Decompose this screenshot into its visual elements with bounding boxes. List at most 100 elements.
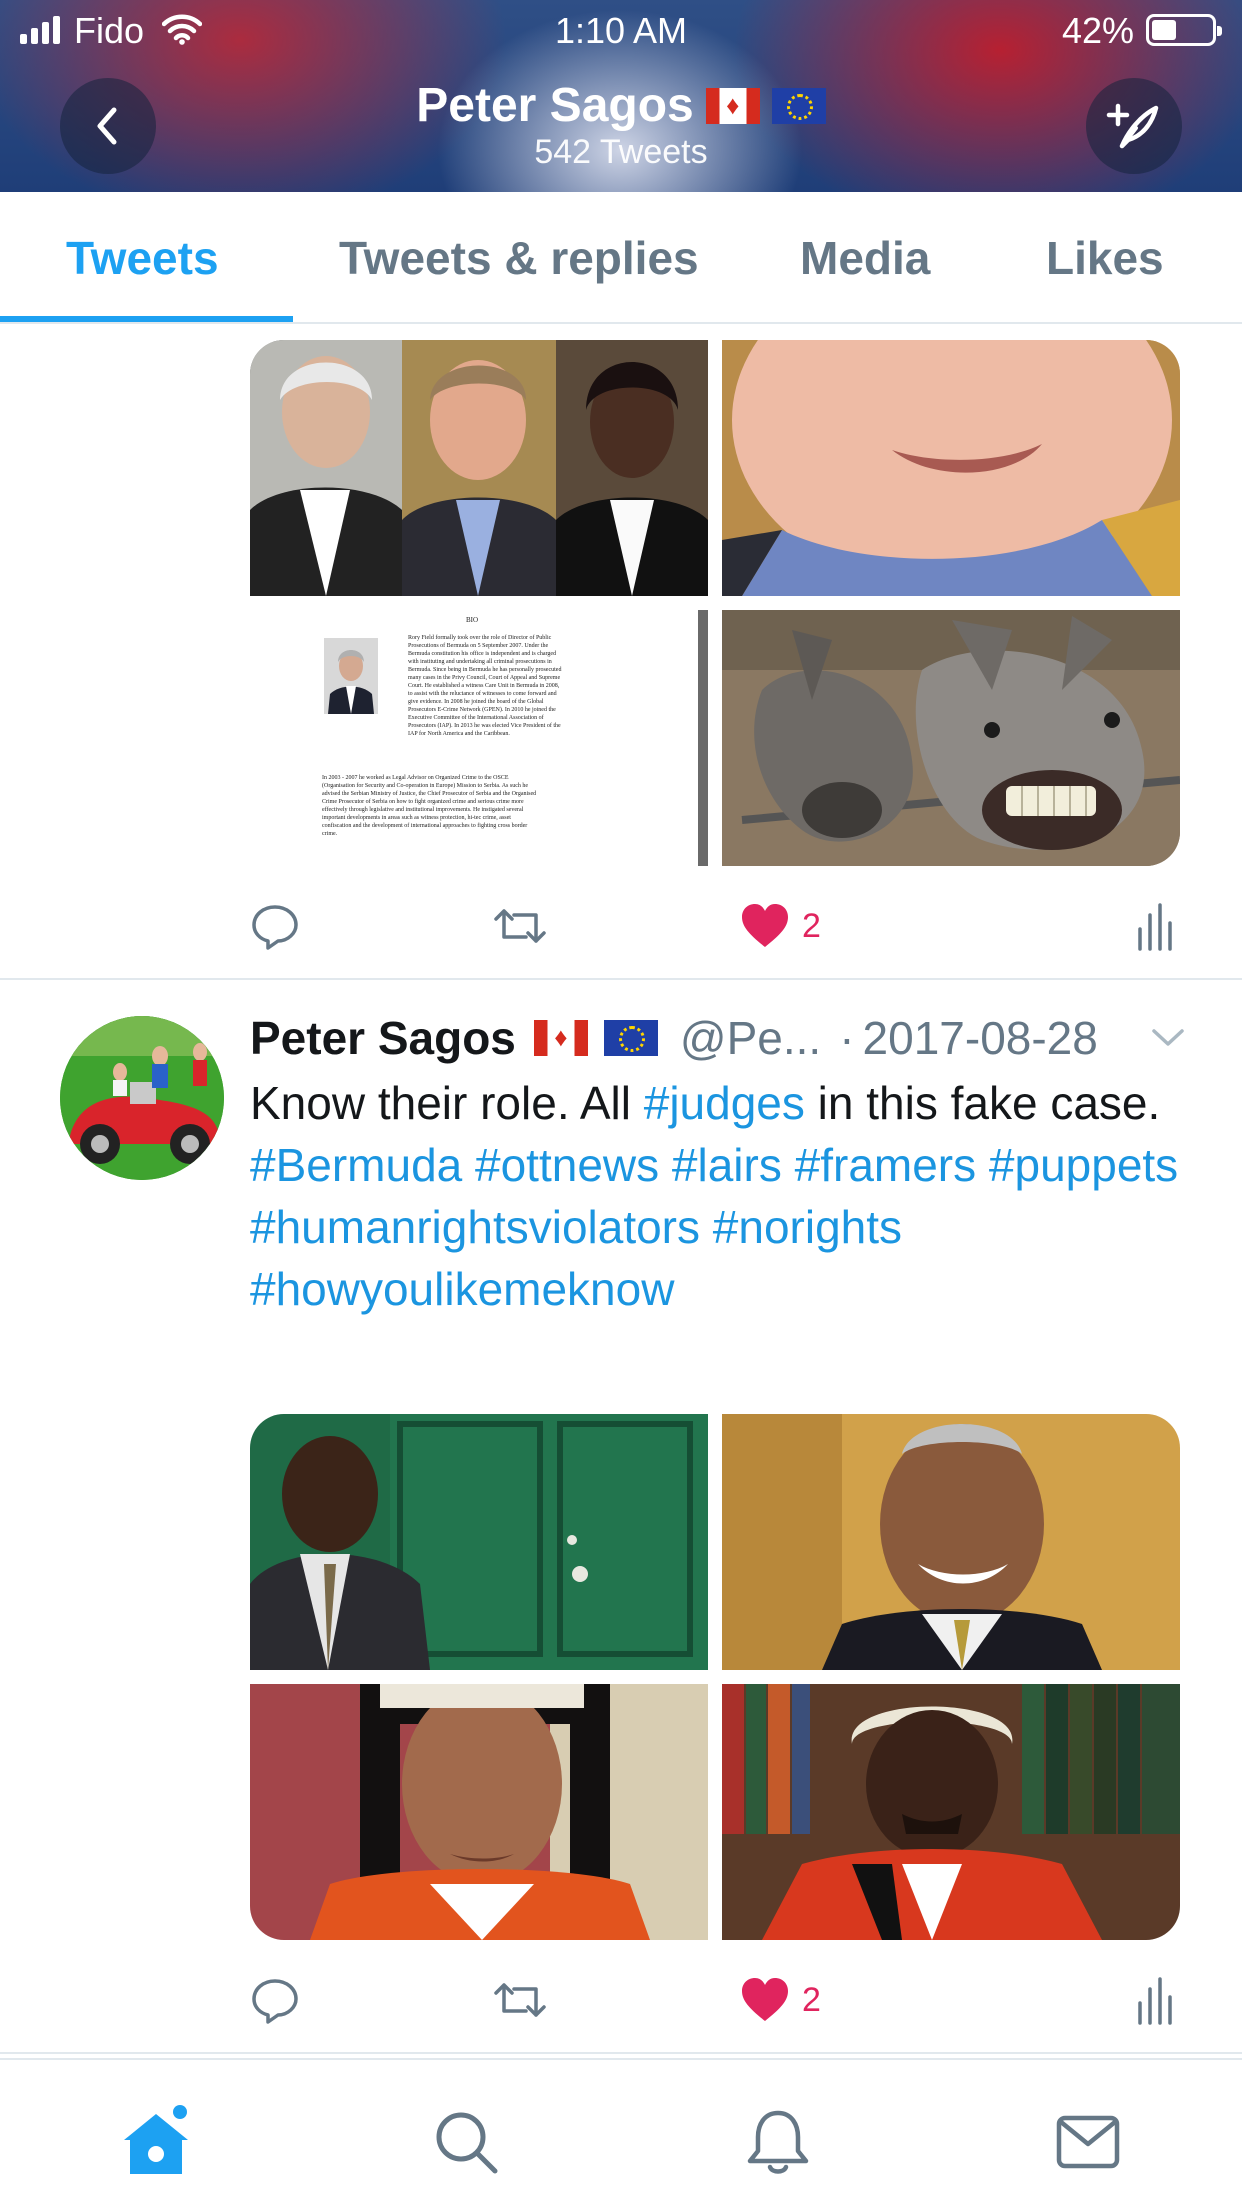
tab-tweets-and-replies[interactable]: Tweets & replies xyxy=(339,192,699,324)
tweet-divider xyxy=(0,2052,1242,2054)
bio-text-line: crime. xyxy=(322,831,338,837)
media-photo-face-closeup[interactable] xyxy=(722,340,1180,596)
face-closeup-photo xyxy=(722,340,1180,596)
hashtag-link[interactable]: #judges xyxy=(644,1077,805,1129)
tweet-media-grid[interactable]: BIO Rory Field formally took over the ro… xyxy=(250,340,1180,866)
hashtag-link[interactable]: #ottnews xyxy=(475,1139,659,1191)
like-count: 2 xyxy=(802,906,821,945)
bio-text-line: IAP for North America and the Caribbean. xyxy=(408,731,510,737)
home-icon xyxy=(124,2105,188,2174)
judge-photo-1 xyxy=(250,1414,708,1670)
tweet-text-fragment xyxy=(462,1139,475,1191)
bio-photo xyxy=(324,638,378,714)
profile-title: Peter Sagos 542 Tweets xyxy=(0,78,1242,172)
retweet-icon xyxy=(494,1983,546,2017)
bio-text-line: Prosecutions of Bermuda on 5 September 2… xyxy=(408,643,549,649)
tweet-text-fragment: Know their role. All xyxy=(250,1077,644,1129)
canada-flag-icon xyxy=(705,87,760,124)
compose-tweet-icon xyxy=(1106,103,1159,149)
separator: · xyxy=(839,1012,855,1064)
tweet-actions: 2 xyxy=(250,896,1180,956)
battery-icon xyxy=(1146,14,1222,46)
tweet-media-grid[interactable] xyxy=(250,1414,1180,1940)
search-tab[interactable] xyxy=(426,2102,506,2182)
tweet-options-button[interactable] xyxy=(1150,1022,1186,1057)
profile-name: Peter Sagos xyxy=(416,79,694,132)
media-photo-judge-4[interactable] xyxy=(722,1684,1180,1940)
search-icon xyxy=(436,2112,498,2174)
profile-tabs: Tweets Tweets & replies Media Likes xyxy=(0,192,1242,324)
tab-media[interactable]: Media xyxy=(800,192,930,324)
bio-text-line: with instituting and undertaking all cri… xyxy=(408,659,552,665)
author-name[interactable]: Peter Sagos xyxy=(250,1011,516,1065)
tweet-count: 542 Tweets xyxy=(534,133,708,171)
tweet-text-fragment: in this fake case. xyxy=(804,1077,1161,1129)
bio-text-line: Prosecutors E-Crime Network (GPEN). In 2… xyxy=(408,707,556,713)
analytics-button[interactable] xyxy=(1136,896,1172,956)
bio-text-line: Crime Prosecutor of Serbia on how to fig… xyxy=(322,799,524,805)
bio-text-line: effectively through legislative and inst… xyxy=(322,807,524,813)
author-handle[interactable]: @Pe... xyxy=(680,1011,821,1065)
judge-photo-2 xyxy=(722,1414,1180,1670)
notifications-bell-icon xyxy=(747,2110,809,2174)
hashtag-link[interactable]: #framers xyxy=(795,1139,976,1191)
tweet-date: 2017-08-28 xyxy=(862,1012,1098,1064)
eu-flag-icon xyxy=(603,1020,658,1056)
media-photo-judge-1[interactable] xyxy=(250,1414,708,1670)
active-tab-indicator xyxy=(0,316,293,322)
judge-photo-3 xyxy=(250,1684,708,1940)
bio-text-line: Prosecutors (IAP). In 2013 he was electe… xyxy=(408,723,561,729)
bio-text-line: to assist with the reluctance of witness… xyxy=(408,691,557,697)
compose-tweet-button[interactable] xyxy=(1086,78,1182,174)
bio-text-line: In 2003 - 2007 he worked as Legal Adviso… xyxy=(322,775,509,781)
media-document-bio[interactable]: BIO Rory Field formally took over the ro… xyxy=(250,610,708,866)
hashtag-link[interactable]: #lairs xyxy=(672,1139,782,1191)
tweet-text-fragment xyxy=(976,1139,989,1191)
canada-flag-icon xyxy=(533,1020,588,1056)
media-photo-judge-3[interactable] xyxy=(250,1684,708,1940)
bio-text-line: Bermuda constitution his office is indep… xyxy=(408,651,557,657)
heart-filled-icon xyxy=(742,904,788,947)
document-page-edge xyxy=(698,610,708,866)
bio-paragraph-2: In 2003 - 2007 he worked as Legal Adviso… xyxy=(322,774,684,838)
bio-text-line: (Organisation for Security and Co-operat… xyxy=(322,783,529,789)
hashtag-link[interactable]: #humanrightsviolators xyxy=(250,1201,700,1253)
eu-flag-icon xyxy=(771,87,826,124)
bio-text-line: many cases in the Privy Council, Court o… xyxy=(408,675,561,681)
media-photo-donkeys[interactable] xyxy=(722,610,1180,866)
analytics-bars-icon xyxy=(1138,903,1172,951)
status-bar: Fido 1:10 AM 42% xyxy=(0,0,1242,62)
reply-button[interactable] xyxy=(250,896,300,956)
bio-text-line: Rory Field formally took over the role o… xyxy=(408,635,552,641)
like-button[interactable]: 2 xyxy=(740,896,821,956)
bio-text-line: important developments in areas such as … xyxy=(322,815,511,821)
tab-tweets[interactable]: Tweets xyxy=(66,192,219,324)
avatar[interactable] xyxy=(60,1016,224,1180)
hashtag-link[interactable]: #norights xyxy=(713,1201,902,1253)
media-photo-judge-2[interactable] xyxy=(722,1414,1180,1670)
bio-paragraph-1: Rory Field formally took over the role o… xyxy=(408,634,684,738)
retweet-icon xyxy=(494,909,546,943)
home-tab[interactable] xyxy=(116,2102,196,2182)
like-count: 2 xyxy=(802,1980,821,2019)
hashtag-link[interactable]: #puppets xyxy=(989,1139,1178,1191)
clock: 1:10 AM xyxy=(554,10,688,51)
notifications-tab[interactable] xyxy=(738,2102,818,2182)
retweet-button[interactable] xyxy=(492,896,548,956)
hashtag-link[interactable]: #howyoulikemeknow xyxy=(250,1263,674,1315)
messages-envelope-icon xyxy=(1056,2115,1120,2169)
like-button[interactable]: 2 xyxy=(740,1970,821,2030)
bio-text-line: Court. He established a witness Care Uni… xyxy=(408,683,560,689)
tab-likes[interactable]: Likes xyxy=(1046,192,1164,324)
tweet-actions: 2 xyxy=(250,1970,1180,2030)
analytics-button[interactable] xyxy=(1136,1970,1172,2030)
hashtag-link[interactable]: #Bermuda xyxy=(250,1139,462,1191)
reply-button[interactable] xyxy=(250,1970,300,2030)
judge-photo-4 xyxy=(722,1684,1180,1940)
analytics-bars-icon xyxy=(1138,1977,1172,2025)
media-photo-three-portraits[interactable] xyxy=(250,340,708,596)
messages-tab[interactable] xyxy=(1048,2102,1128,2182)
retweet-button[interactable] xyxy=(492,1970,548,2030)
profile-header: Fido 1:10 AM 42% Peter Sagos 542 Tweets xyxy=(0,0,1242,192)
bio-text-line: give evidence. In 2008 he joined the boa… xyxy=(408,699,544,705)
